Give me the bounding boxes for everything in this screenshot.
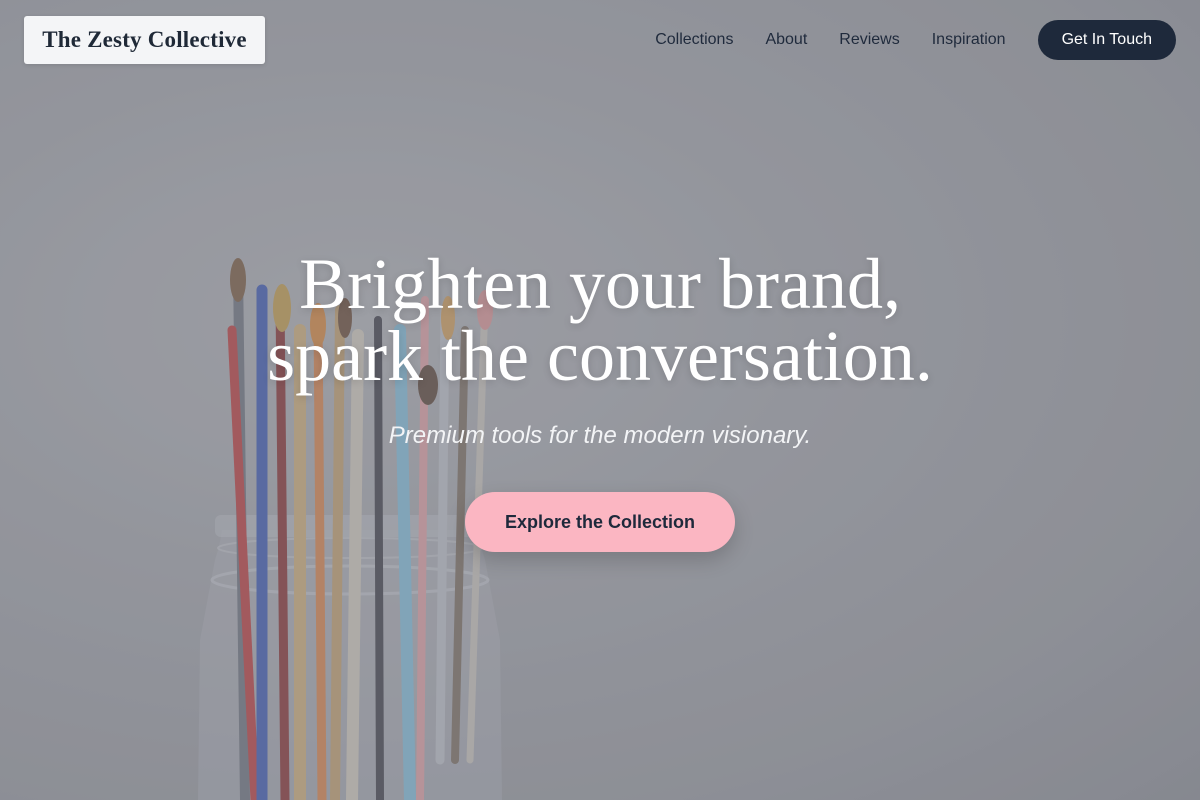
get-in-touch-button[interactable]: Get In Touch [1037, 20, 1176, 60]
brand-logo[interactable]: The Zesty Collective [24, 16, 265, 64]
hero-title-line-2: spark the conversation. [267, 316, 933, 396]
hero-subtitle: Premium tools for the modern visionary. [388, 422, 812, 449]
nav-link-about[interactable]: About [765, 31, 807, 49]
nav-link-reviews[interactable]: Reviews [839, 31, 899, 49]
brand-name: The Zesty Collective [42, 27, 247, 52]
main-navigation: Collections About Reviews Inspiration Ge… [655, 20, 1176, 60]
hero-section: Brighten your brand, spark the conversat… [0, 248, 1200, 552]
nav-link-collections[interactable]: Collections [655, 31, 733, 49]
hero-title: Brighten your brand, spark the conversat… [0, 248, 1200, 392]
nav-link-inspiration[interactable]: Inspiration [932, 31, 1006, 49]
explore-collection-button[interactable]: Explore the Collection [465, 492, 735, 552]
hero-title-line-1: Brighten your brand, [299, 244, 901, 324]
